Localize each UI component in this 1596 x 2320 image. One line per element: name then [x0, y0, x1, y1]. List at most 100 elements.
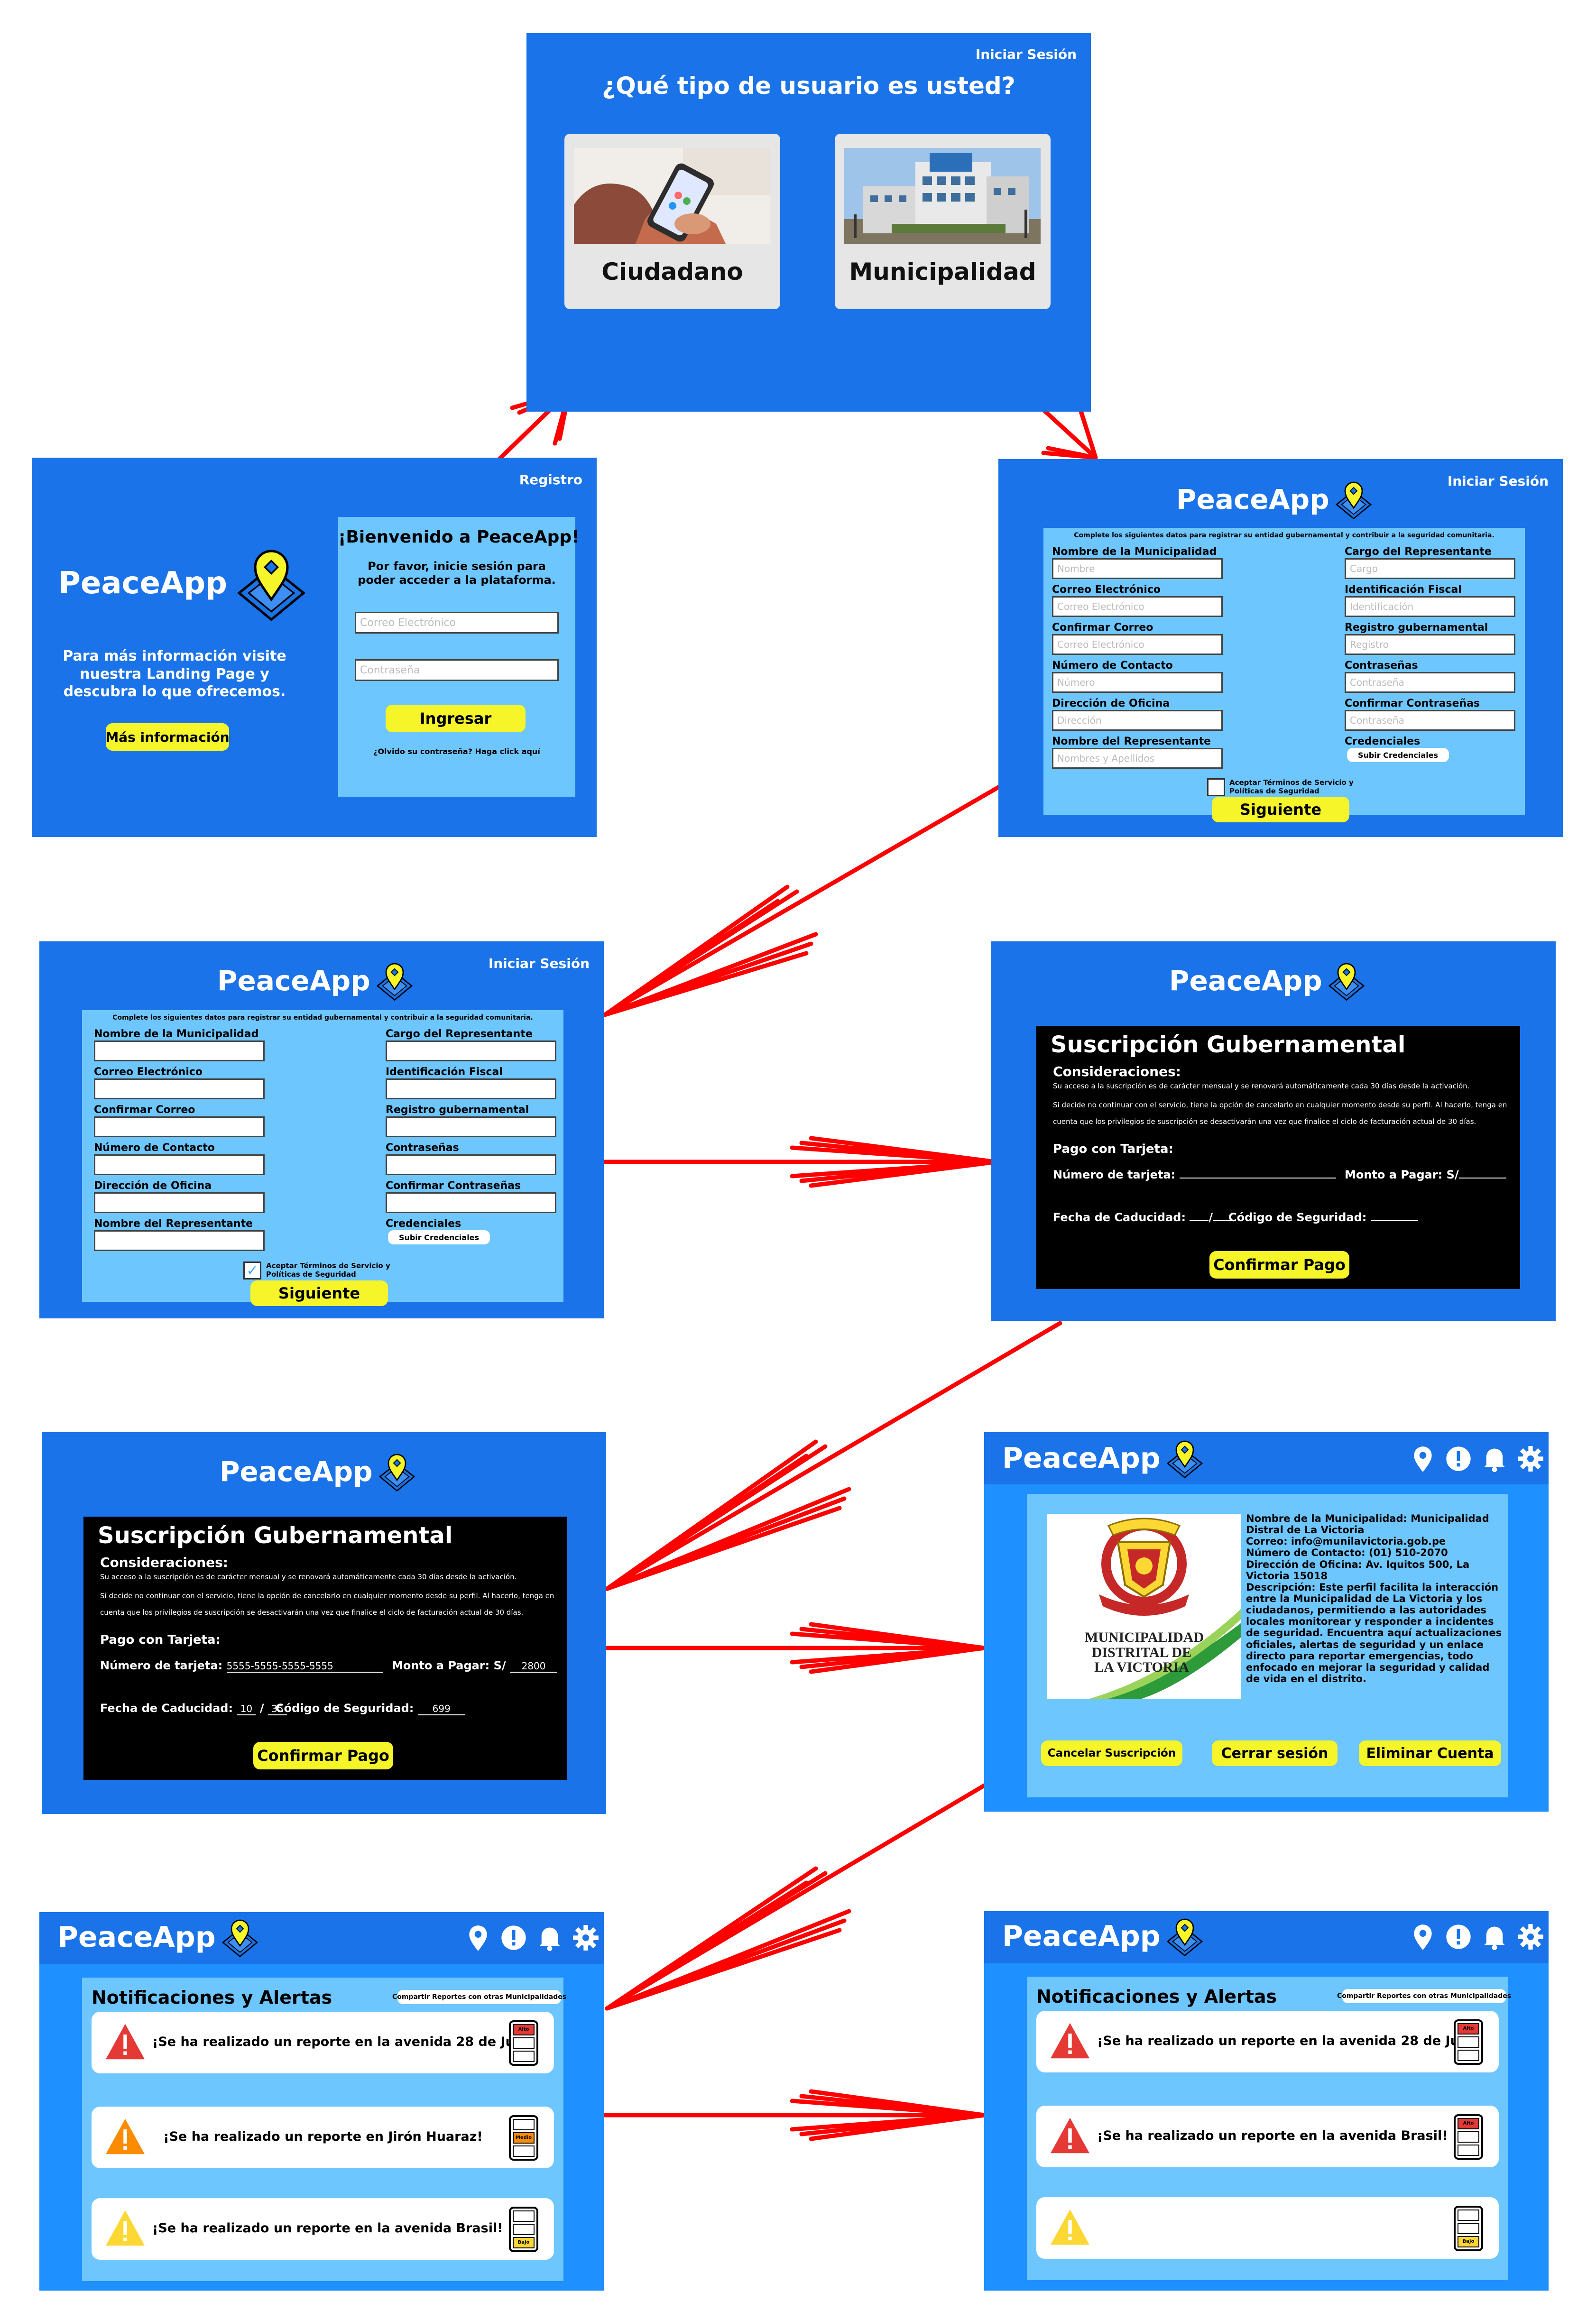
risk-level-meter: Alto: [509, 2020, 538, 2066]
right-fields-column: Cargo del Representante Identificación F…: [386, 1028, 561, 1244]
location-pin-icon[interactable]: [1411, 1924, 1435, 1951]
delete-account-button[interactable]: Eliminar Cuenta: [1359, 1740, 1501, 1766]
card-number-field[interactable]: [1179, 1168, 1336, 1178]
bell-icon[interactable]: [537, 1924, 562, 1951]
top-bar: PeaceApp: [39, 1912, 604, 1964]
confirm-email-input[interactable]: Correo Electrónico: [1052, 634, 1223, 655]
considerations-text-2: Si decide no continuar con el servicio, …: [100, 1592, 554, 1617]
contact-number-input[interactable]: Número: [1052, 672, 1223, 693]
gov-registry-input[interactable]: [386, 1116, 556, 1137]
arrow-registration-to-filled: [602, 785, 1001, 1017]
notification-item[interactable]: ¡Se ha realizado un reporte en la avenid…: [1036, 2106, 1499, 2167]
field-label: Nombre del Representante: [1052, 736, 1211, 747]
municipality-name-input[interactable]: Nombre: [1052, 558, 1223, 579]
forgot-password-link[interactable]: ¿Olvido su contraseña? Haga click aquí: [338, 747, 575, 756]
signin-link[interactable]: Iniciar Sesión: [1448, 473, 1549, 489]
app-logo: PeaceApp: [1002, 1915, 1206, 1958]
expiry-month-field[interactable]: 10: [237, 1703, 256, 1715]
email-input[interactable]: [94, 1078, 265, 1099]
signin-link[interactable]: Iniciar Sesión: [489, 956, 590, 971]
next-button[interactable]: Siguiente: [1212, 797, 1349, 822]
representative-role-input[interactable]: [386, 1040, 556, 1061]
citizen-image: [574, 148, 770, 244]
amount-field[interactable]: [1458, 1168, 1506, 1178]
notification-item[interactable]: ¡Se ha realizado un reporte en Jirón Hua…: [92, 2107, 554, 2168]
contact-number-input[interactable]: [94, 1154, 265, 1175]
top-bar: PeaceApp: [984, 1911, 1549, 1963]
map-pin-diamond-icon: [237, 550, 306, 621]
app-name: PeaceApp: [1002, 1920, 1161, 1953]
upload-credentials-button[interactable]: Subir Credenciales: [1347, 748, 1449, 762]
bell-icon[interactable]: [1482, 1445, 1507, 1472]
app-name: PeaceApp: [58, 566, 227, 601]
confirm-payment-button[interactable]: Confirmar Pago: [1209, 1251, 1349, 1279]
confirm-email-input[interactable]: [94, 1116, 265, 1137]
alert-circle-icon[interactable]: [1445, 1445, 1472, 1472]
topbar-icons: [1411, 1924, 1544, 1951]
notification-text: ¡Se ha realizado un reporte en la avenid…: [1097, 2034, 1483, 2048]
map-pin-diamond-icon: [1335, 481, 1372, 520]
security-code-field[interactable]: 699: [417, 1703, 465, 1715]
tax-id-input[interactable]: [386, 1078, 556, 1099]
logout-button[interactable]: Cerrar sesión: [1212, 1740, 1338, 1766]
field-label: Número de Contacto: [1052, 660, 1173, 672]
location-pin-icon[interactable]: [1411, 1445, 1435, 1473]
confirm-password-input[interactable]: Contraseña: [1345, 710, 1515, 731]
municipality-name-input[interactable]: [94, 1040, 265, 1061]
field-label: Identificación Fiscal: [386, 1066, 503, 1078]
notification-item[interactable]: ¡Se ha realizado un reporte en la avenid…: [1036, 2011, 1499, 2072]
expiry-field[interactable]: [1190, 1211, 1209, 1221]
notification-item[interactable]: ¡Se ha realizado un reporte en la avenid…: [92, 2012, 554, 2073]
representative-role-input[interactable]: Cargo: [1345, 558, 1515, 579]
password-input[interactable]: Contraseña: [1345, 672, 1515, 693]
terms-label: Aceptar Términos de Servicio y Políticas…: [1229, 778, 1354, 795]
bell-icon[interactable]: [1482, 1924, 1507, 1950]
more-info-button[interactable]: Más información: [105, 723, 230, 751]
amount-field[interactable]: 2800: [510, 1660, 558, 1673]
office-address-input[interactable]: Dirección: [1052, 710, 1223, 731]
share-reports-button[interactable]: Compartir Reportes con otras Municipalid…: [392, 1990, 566, 2004]
alert-circle-icon[interactable]: [500, 1924, 527, 1951]
user-type-option-municipality[interactable]: Municipalidad: [835, 134, 1051, 309]
notification-text: ¡Se ha realizado un reporte en Jirón Hua…: [163, 2129, 483, 2144]
user-type-option-citizen[interactable]: Ciudadano: [564, 134, 780, 309]
notification-text: ¡Se ha realizado un reporte en la avenid…: [152, 2035, 538, 2049]
location-pin-icon[interactable]: [466, 1924, 490, 1952]
notification-item[interactable]: Bajo: [1036, 2197, 1499, 2259]
share-reports-button[interactable]: Compartir Reportes con otras Municipalid…: [1337, 1989, 1511, 2003]
office-address-input[interactable]: [94, 1192, 265, 1213]
confirm-payment-button[interactable]: Confirmar Pago: [253, 1742, 393, 1769]
app-name: PeaceApp: [1002, 1442, 1161, 1475]
notification-item[interactable]: ¡Se ha realizado un reporte en la avenid…: [92, 2198, 554, 2260]
expiry-label: Fecha de Caducidad: /: [1053, 1211, 1232, 1224]
login-button[interactable]: Ingresar: [386, 705, 526, 732]
next-button[interactable]: Siguiente: [250, 1280, 388, 1306]
signin-link[interactable]: Iniciar Sesión: [976, 46, 1077, 62]
warning-triangle-icon: [106, 2118, 145, 2154]
representative-name-input[interactable]: Nombres y Apellidos: [1052, 748, 1223, 769]
register-link[interactable]: Registro: [519, 472, 582, 488]
risk-level-label: Alto: [1458, 2118, 1479, 2129]
alert-circle-icon[interactable]: [1445, 1924, 1472, 1950]
confirm-password-input[interactable]: [386, 1192, 556, 1213]
profile-panel: MUNICIPALIDAD DISTRITAL DE LA VICTORIA N…: [1027, 1494, 1508, 1797]
upload-credentials-button[interactable]: Subir Credenciales: [388, 1230, 490, 1244]
representative-name-input[interactable]: [94, 1230, 265, 1251]
gov-registry-input[interactable]: Registro: [1345, 634, 1515, 655]
security-code-field[interactable]: [1370, 1211, 1418, 1221]
password-field[interactable]: Contraseña: [355, 659, 559, 681]
email-field[interactable]: Correo Electrónico: [355, 612, 559, 634]
gear-icon[interactable]: [1517, 1924, 1544, 1950]
card-number-field[interactable]: 5555-5555-5555-5555: [226, 1660, 383, 1673]
email-input[interactable]: Correo Electrónico: [1052, 596, 1223, 617]
risk-level-label: Bajo: [1458, 2236, 1479, 2247]
terms-checkbox[interactable]: ✓: [243, 1261, 261, 1280]
app-name: PeaceApp: [1169, 965, 1322, 997]
terms-checkbox[interactable]: [1207, 778, 1225, 796]
screen-registration-filled: Iniciar Sesión PeaceApp Complete los sig…: [39, 941, 604, 1318]
password-input[interactable]: [386, 1154, 556, 1175]
tax-id-input[interactable]: Identificación: [1345, 596, 1515, 617]
gear-icon[interactable]: [572, 1924, 599, 1951]
cancel-subscription-button[interactable]: Cancelar Suscripción: [1041, 1740, 1182, 1766]
gear-icon[interactable]: [1517, 1445, 1544, 1472]
